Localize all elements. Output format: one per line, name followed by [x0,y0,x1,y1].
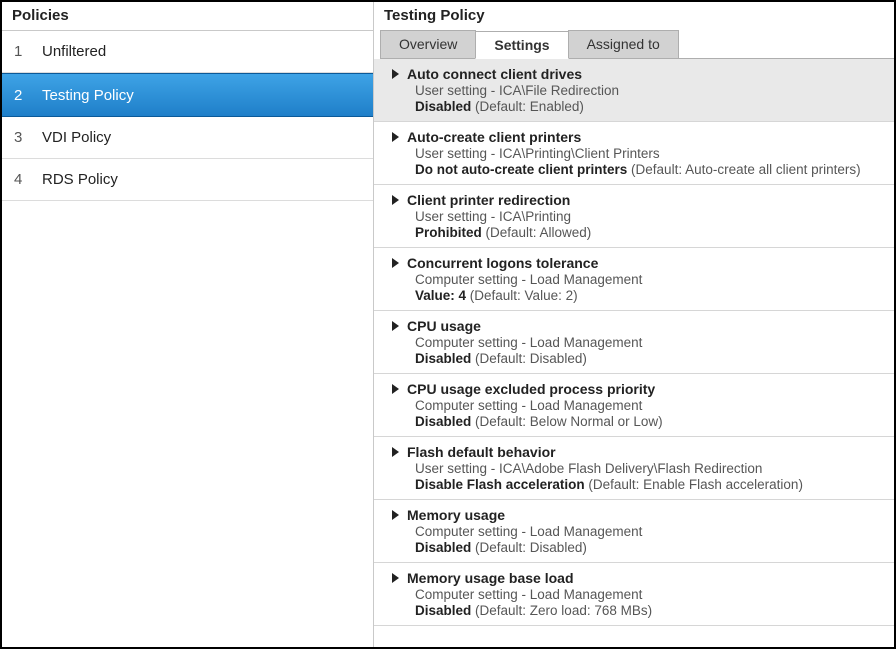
setting-title: Memory usage [407,507,505,523]
setting-path: User setting - ICA\Adobe Flash Delivery\… [392,461,886,476]
policy-label: Testing Policy [42,87,134,104]
setting-title: CPU usage excluded process priority [407,381,655,397]
expand-icon[interactable] [392,510,399,520]
setting-title: Auto connect client drives [407,66,582,82]
setting-path: Computer setting - Load Management [392,524,886,539]
setting-path: User setting - ICA\Printing\Client Print… [392,146,886,161]
setting-value: Disabled (Default: Below Normal or Low) [392,414,886,429]
expand-icon[interactable] [392,132,399,142]
setting-row[interactable]: CPU usageComputer setting - Load Managem… [374,311,894,374]
policy-item-unfiltered[interactable]: 1 Unfiltered [2,31,373,73]
expand-icon[interactable] [392,258,399,268]
setting-title: Memory usage base load [407,570,574,586]
setting-title: Auto-create client printers [407,129,581,145]
tab-assigned[interactable]: Assigned to [568,30,679,58]
policy-item-vdi[interactable]: 3 VDI Policy [2,117,373,159]
policy-label: RDS Policy [42,171,118,188]
expand-icon[interactable] [392,321,399,331]
setting-row[interactable]: Client printer redirectionUser setting -… [374,185,894,248]
setting-row[interactable]: Concurrent logons toleranceComputer sett… [374,248,894,311]
setting-row[interactable]: Auto connect client drivesUser setting -… [374,59,894,122]
expand-icon[interactable] [392,447,399,457]
expand-icon[interactable] [392,573,399,583]
tab-settings[interactable]: Settings [475,31,568,59]
policies-header: Policies [2,2,373,30]
expand-icon[interactable] [392,384,399,394]
setting-path: Computer setting - Load Management [392,272,886,287]
setting-value: Disabled (Default: Enabled) [392,99,886,114]
setting-path: Computer setting - Load Management [392,398,886,413]
setting-title: Concurrent logons tolerance [407,255,598,271]
policy-label: Unfiltered [42,43,106,60]
setting-value: Disabled (Default: Zero load: 768 MBs) [392,603,886,618]
setting-path: User setting - ICA\Printing [392,209,886,224]
policies-pane: Policies 1 Unfiltered 2 Testing Policy 3… [2,2,374,647]
setting-path: User setting - ICA\File Redirection [392,83,886,98]
details-pane: Testing Policy Overview Settings Assigne… [374,2,894,647]
setting-value: Value: 4 (Default: Value: 2) [392,288,886,303]
policy-index: 4 [14,171,42,188]
setting-value: Do not auto-create client printers (Defa… [392,162,886,177]
setting-title: Flash default behavior [407,444,556,460]
expand-icon[interactable] [392,195,399,205]
setting-row[interactable]: Memory usageComputer setting - Load Mana… [374,500,894,563]
details-header: Testing Policy [374,2,894,30]
policy-index: 1 [14,43,42,60]
policy-index: 2 [14,87,42,104]
setting-title: CPU usage [407,318,481,334]
policy-index: 3 [14,129,42,146]
policy-item-rds[interactable]: 4 RDS Policy [2,159,373,201]
tab-overview[interactable]: Overview [380,30,476,58]
policy-label: VDI Policy [42,129,111,146]
settings-list: Auto connect client drivesUser setting -… [374,59,894,647]
policy-item-testing[interactable]: 2 Testing Policy [2,73,373,117]
setting-value: Disabled (Default: Disabled) [392,351,886,366]
expand-icon[interactable] [392,69,399,79]
setting-row[interactable]: Flash default behaviorUser setting - ICA… [374,437,894,500]
setting-value: Disable Flash acceleration (Default: Ena… [392,477,886,492]
setting-row[interactable]: Auto-create client printersUser setting … [374,122,894,185]
setting-row[interactable]: Memory usage base loadComputer setting -… [374,563,894,626]
policy-list: 1 Unfiltered 2 Testing Policy 3 VDI Poli… [2,30,373,201]
setting-path: Computer setting - Load Management [392,587,886,602]
tab-bar: Overview Settings Assigned to [380,30,894,59]
setting-value: Prohibited (Default: Allowed) [392,225,886,240]
setting-path: Computer setting - Load Management [392,335,886,350]
setting-title: Client printer redirection [407,192,570,208]
setting-row[interactable]: CPU usage excluded process priorityCompu… [374,374,894,437]
setting-value: Disabled (Default: Disabled) [392,540,886,555]
